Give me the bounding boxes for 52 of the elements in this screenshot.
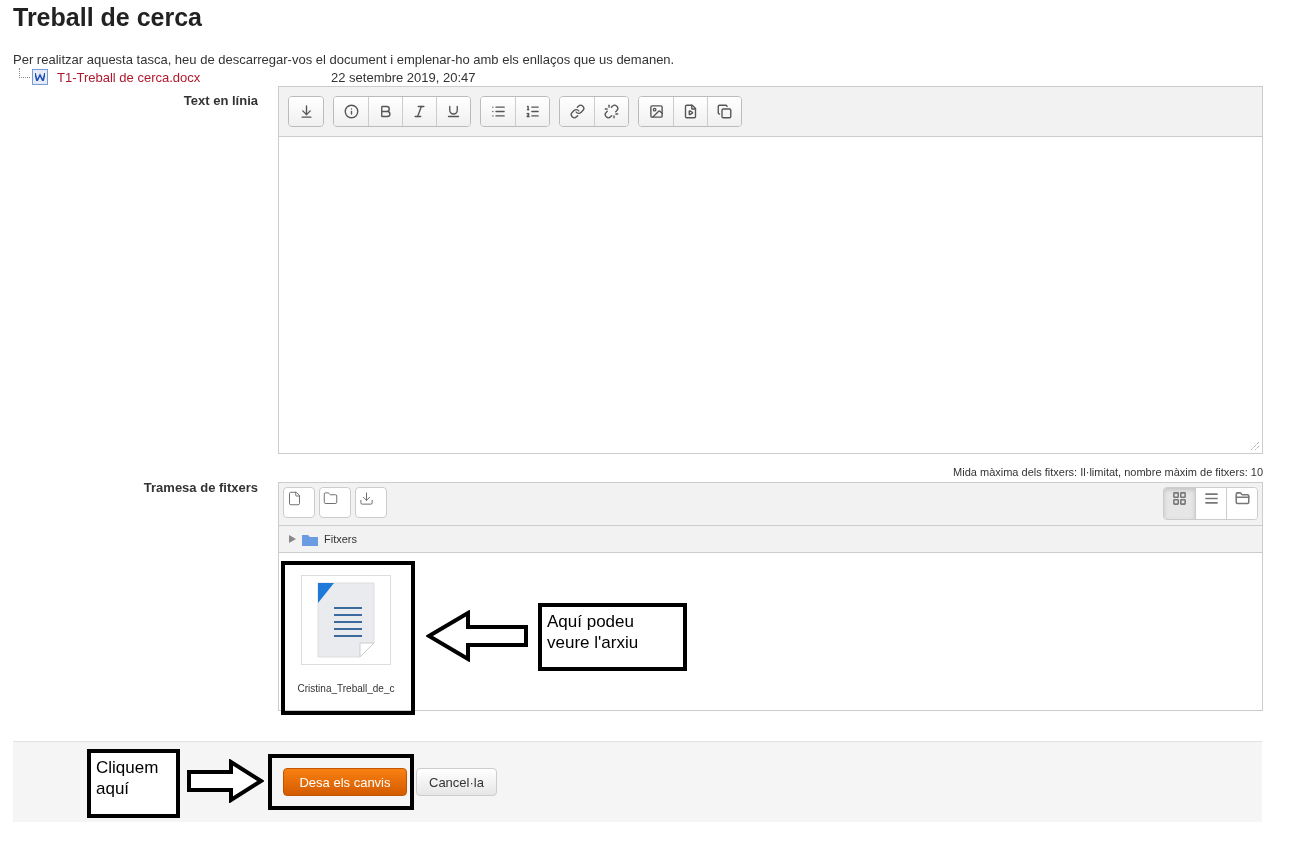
video-file-icon [683, 104, 698, 119]
instructions-text: Per realitzar aquesta tasca, heu de descarregar-vos el document i emplenar-ho amb els enllaços que us demanen. [13, 51, 676, 68]
italic-toolbar-button[interactable] [402, 97, 436, 126]
document-thumbnail[interactable] [301, 575, 391, 665]
page-title: Treball de cerca [13, 2, 203, 32]
broken-link-icon [604, 104, 619, 119]
callout-note: Cliquem aquí [87, 749, 180, 818]
expand-triangle-icon[interactable] [289, 535, 296, 543]
folder-icon [323, 491, 338, 506]
list-view-button[interactable] [1195, 488, 1226, 519]
bold-toolbar-button[interactable] [368, 97, 402, 126]
cancel-button[interactable]: Cancel·la [416, 768, 497, 796]
copy-icon [717, 104, 732, 119]
image-toolbar-button[interactable] [639, 97, 673, 126]
numbers-toolbar-button[interactable] [515, 97, 549, 126]
file-name: Cristina_Treball_de_c [297, 683, 395, 694]
italic-icon [412, 104, 427, 119]
style-toolbar-button[interactable] [334, 97, 368, 126]
folder-icon [1234, 491, 1250, 506]
folder-icon [302, 532, 318, 546]
grid-icon [1172, 491, 1187, 506]
resize-grip-icon[interactable] [1250, 441, 1260, 451]
callout-note: Aquí podeu veure l'arxiu [538, 603, 687, 671]
underline-toolbar-button[interactable] [436, 97, 470, 126]
attachment-date: 22 setembre 2019, 20:47 [331, 69, 476, 85]
underline-icon [446, 104, 461, 119]
collapse-toolbar-button[interactable] [289, 97, 323, 126]
info-icon [343, 104, 359, 119]
file-limits-text: Mida màxima dels fitxers: Il·limitat, nombre màxim de fitxers: 10 [952, 466, 1263, 478]
bulleted-list-icon [490, 104, 506, 119]
image-icon [648, 104, 664, 119]
attachment-link[interactable]: T1-Treball de cerca.docx [57, 69, 331, 85]
bold-icon [378, 104, 393, 119]
file-icon [287, 491, 302, 506]
list-icon [1203, 491, 1219, 506]
bullets-toolbar-button[interactable] [481, 97, 515, 126]
field-label: Tramesa de fitxers [142, 479, 258, 497]
media-toolbar-button[interactable] [673, 97, 707, 126]
numbered-list-icon [525, 104, 540, 119]
grid-view-button[interactable] [1164, 488, 1195, 519]
link-toolbar-button[interactable] [560, 97, 594, 126]
download-icon [359, 491, 374, 506]
field-label: Text en línia [182, 92, 258, 110]
word-document-icon [32, 69, 48, 85]
download-button[interactable] [355, 487, 387, 518]
link-icon [569, 104, 585, 119]
create-folder-button[interactable] [319, 487, 351, 518]
unlink-toolbar-button[interactable] [594, 97, 628, 126]
add-file-button[interactable] [283, 487, 315, 518]
manage-toolbar-button[interactable] [707, 97, 741, 126]
folder-path-link[interactable]: Fitxers [324, 533, 357, 545]
tree-view-button[interactable] [1226, 488, 1257, 519]
